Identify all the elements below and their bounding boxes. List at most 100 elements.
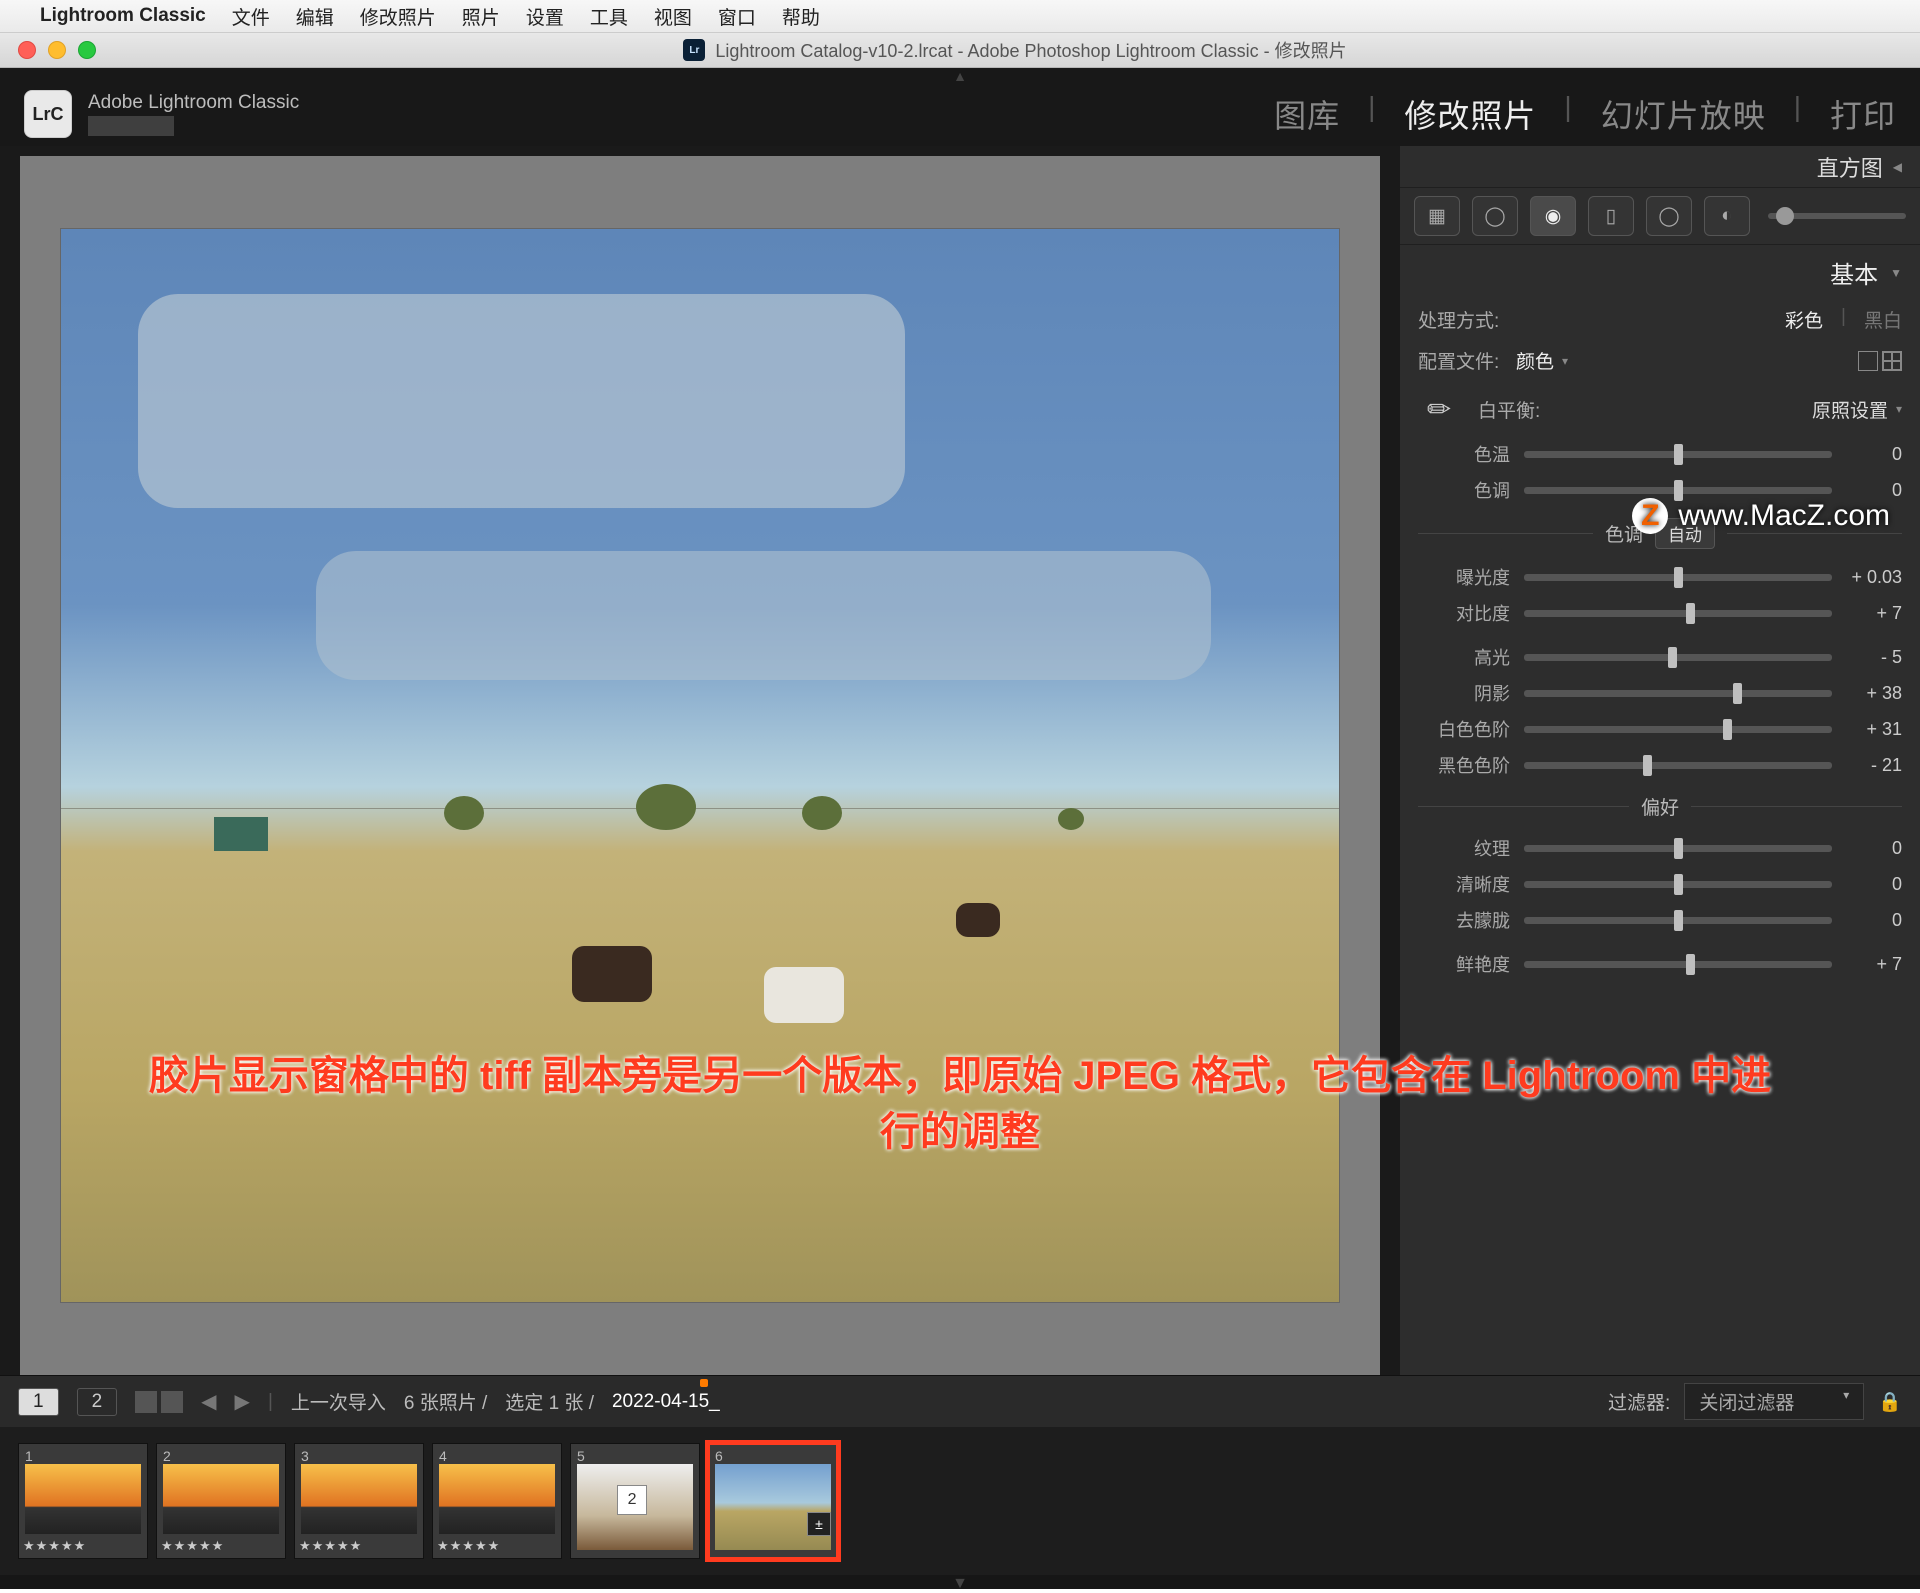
wb-preset-select[interactable]: 原照设置▾ xyxy=(1812,396,1902,423)
current-filename: 2022-04-15_ xyxy=(612,1391,720,1413)
watermark-logo-icon: Z xyxy=(1632,498,1668,534)
slider-exposure-label: 曝光度 xyxy=(1418,564,1510,590)
brand-name: Adobe Lightroom Classic xyxy=(88,92,299,114)
slider-whites-label: 白色色阶 xyxy=(1418,716,1510,742)
slider-vibrance-label: 鲜艳度 xyxy=(1418,951,1510,977)
slider-contrast-label: 对比度 xyxy=(1418,600,1510,626)
window-titlebar: Lr Lightroom Catalog-v10-2.lrcat - Adobe… xyxy=(0,32,1920,68)
filmstrip-thumb-4[interactable]: 4 ★★★★★ xyxy=(432,1443,562,1559)
slider-exposure-value: + 0.03 xyxy=(1844,567,1902,588)
develop-right-panel: 直方图◀ ▦ ◯ ◉ ▯ ◯ ◐ 基本▼ 处理方式: 彩色 | 黑白 xyxy=(1400,146,1920,1375)
module-library[interactable]: 图库 xyxy=(1274,91,1340,137)
slider-vibrance[interactable]: 鲜艳度 + 7 xyxy=(1400,946,1920,982)
app-icon: Lr xyxy=(683,39,705,61)
slider-dehaze-label: 去朦胧 xyxy=(1418,907,1510,933)
histogram-header[interactable]: 直方图◀ xyxy=(1400,146,1920,188)
tool-strip: ▦ ◯ ◉ ▯ ◯ ◐ xyxy=(1400,188,1920,245)
slider-texture-label: 纹理 xyxy=(1418,835,1510,861)
wb-eyedropper-icon[interactable]: ✎ xyxy=(1409,379,1468,438)
filmstrip-thumb-3[interactable]: 3 ★★★★★ xyxy=(294,1443,424,1559)
identity-mask xyxy=(88,116,174,136)
menu-window[interactable]: 窗口 xyxy=(718,3,756,30)
photo-count: 6 张照片 / xyxy=(404,1388,487,1415)
profile-select[interactable]: 颜色▾ xyxy=(1516,347,1568,374)
menu-photo[interactable]: 照片 xyxy=(462,3,500,30)
filmstrip-thumb-6[interactable]: 6 ± xyxy=(708,1443,838,1559)
menu-file[interactable]: 文件 xyxy=(232,3,270,30)
window-maximize-button[interactable] xyxy=(78,41,96,59)
crop-indicator xyxy=(700,1379,708,1387)
module-slideshow[interactable]: 幻灯片放映 xyxy=(1601,91,1766,137)
filter-lock-icon[interactable]: 🔒 xyxy=(1878,1390,1902,1414)
slider-blacks-value: - 21 xyxy=(1844,755,1902,776)
profile-label: 配置文件: xyxy=(1418,347,1504,374)
crop-tool-icon[interactable]: ▦ xyxy=(1414,196,1460,236)
slider-dehaze[interactable]: 去朦胧 0 xyxy=(1400,902,1920,938)
slider-shadows-label: 阴影 xyxy=(1418,680,1510,706)
filmstrip-thumb-2[interactable]: 2 ★★★★★ xyxy=(156,1443,286,1559)
radial-tool-icon[interactable]: ◯ xyxy=(1646,196,1692,236)
rating-stars[interactable]: ★★★★★ xyxy=(161,1538,281,1554)
slider-whites[interactable]: 白色色阶 + 31 xyxy=(1400,711,1920,747)
slider-exposure[interactable]: 曝光度 + 0.03 xyxy=(1400,559,1920,595)
slider-temp[interactable]: 色温 0 xyxy=(1400,436,1920,472)
filmstrip-thumb-5[interactable]: 5 2 xyxy=(570,1443,700,1559)
menu-edit[interactable]: 编辑 xyxy=(296,3,334,30)
grid-toggle-icon[interactable] xyxy=(135,1391,183,1413)
next-photo-button[interactable]: ▶ xyxy=(235,1389,250,1414)
slider-clarity[interactable]: 清晰度 0 xyxy=(1400,866,1920,902)
stack-badge: 2 xyxy=(617,1485,647,1515)
menu-tools[interactable]: 工具 xyxy=(590,3,628,30)
module-develop[interactable]: 修改照片 xyxy=(1404,91,1536,137)
treatment-bw[interactable]: 黑白 xyxy=(1864,306,1902,333)
secondary-toolbar: 1 2 ◀ ▶ | 上一次导入 6 张照片 / 选定 1 张 / 2022-04… xyxy=(0,1375,1920,1427)
profile-grid-four-icon[interactable] xyxy=(1882,351,1902,371)
brush-tool-icon[interactable]: ◐ xyxy=(1704,196,1750,236)
rating-stars[interactable]: ★★★★★ xyxy=(437,1538,557,1554)
menu-develop[interactable]: 修改照片 xyxy=(360,3,436,30)
module-picker: 图库 | 修改照片 | 幻灯片放映 | 打印 xyxy=(1274,91,1896,137)
menubar-app-name[interactable]: Lightroom Classic xyxy=(40,5,206,27)
presence-title: 偏好 xyxy=(1641,793,1679,820)
window-close-button[interactable] xyxy=(18,41,36,59)
basic-panel-header[interactable]: 基本▼ xyxy=(1400,245,1920,300)
menu-help[interactable]: 帮助 xyxy=(782,3,820,30)
slider-clarity-label: 清晰度 xyxy=(1418,871,1510,897)
slider-highlights-value: - 5 xyxy=(1844,647,1902,668)
mask-amount-slider[interactable] xyxy=(1768,213,1906,219)
slider-contrast[interactable]: 对比度 + 7 xyxy=(1400,595,1920,631)
window-title: Lightroom Catalog-v10-2.lrcat - Adobe Ph… xyxy=(715,37,1346,63)
view-page-2[interactable]: 2 xyxy=(77,1388,118,1416)
bottom-panel-toggle[interactable]: ▼ xyxy=(0,1575,1920,1589)
slider-texture-value: 0 xyxy=(1844,838,1902,859)
view-page-1[interactable]: 1 xyxy=(18,1388,59,1416)
filmstrip-thumb-1[interactable]: 1 ★★★★★ xyxy=(18,1443,148,1559)
watermark: Z www.MacZ.com xyxy=(1632,498,1890,534)
heal-tool-icon[interactable]: ◯ xyxy=(1472,196,1518,236)
window-minimize-button[interactable] xyxy=(48,41,66,59)
slider-shadows[interactable]: 阴影 + 38 xyxy=(1400,675,1920,711)
slider-shadows-value: + 38 xyxy=(1844,683,1902,704)
slider-whites-value: + 31 xyxy=(1844,719,1902,740)
slider-contrast-value: + 7 xyxy=(1844,603,1902,624)
gradient-tool-icon[interactable]: ▯ xyxy=(1588,196,1634,236)
wb-label: 白平衡: xyxy=(1478,396,1564,423)
rating-stars[interactable]: ★★★★★ xyxy=(299,1538,419,1554)
slider-highlights[interactable]: 高光 - 5 xyxy=(1400,639,1920,675)
filmstrip[interactable]: 1 ★★★★★2 ★★★★★3 ★★★★★4 ★★★★★5 2 6 ± xyxy=(0,1427,1920,1575)
collection-name[interactable]: 上一次导入 xyxy=(291,1388,386,1415)
module-print[interactable]: 打印 xyxy=(1830,91,1896,137)
filter-select[interactable]: 关闭过滤器▾ xyxy=(1684,1383,1864,1420)
prev-photo-button[interactable]: ◀ xyxy=(201,1389,216,1414)
treatment-color[interactable]: 彩色 xyxy=(1785,306,1823,333)
redeye-tool-icon[interactable]: ◉ xyxy=(1530,196,1576,236)
mac-menubar: Lightroom Classic 文件 编辑 修改照片 照片 设置 工具 视图… xyxy=(0,0,1920,32)
slider-texture[interactable]: 纹理 0 xyxy=(1400,830,1920,866)
top-panel-toggle[interactable]: ▲ xyxy=(0,68,1920,82)
slider-blacks[interactable]: 黑色色阶 - 21 xyxy=(1400,747,1920,783)
menu-settings[interactable]: 设置 xyxy=(526,3,564,30)
slider-clarity-value: 0 xyxy=(1844,874,1902,895)
rating-stars[interactable]: ★★★★★ xyxy=(23,1538,143,1554)
menu-view[interactable]: 视图 xyxy=(654,3,692,30)
profile-grid-single-icon[interactable] xyxy=(1858,351,1878,371)
